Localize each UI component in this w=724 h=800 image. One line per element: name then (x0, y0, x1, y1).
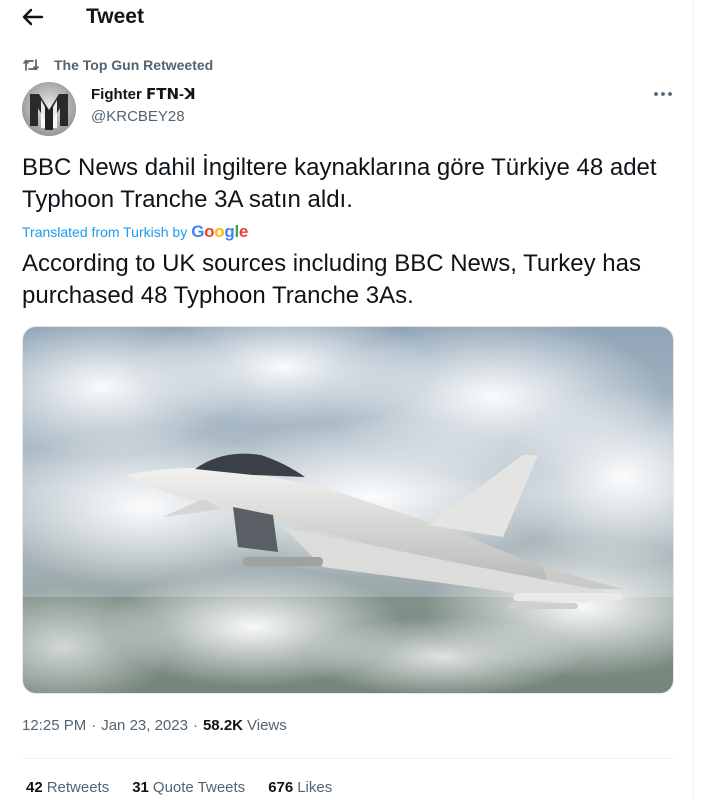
more-horizontal-icon (654, 92, 672, 96)
divider (22, 758, 674, 759)
tweet-photo[interactable] (22, 326, 674, 694)
header: Tweet (0, 0, 694, 36)
meta-separator: · (91, 717, 97, 734)
likes-label: Likes (297, 779, 333, 796)
tweet-date[interactable]: Jan 23, 2023 (101, 717, 188, 734)
views-label: Views (247, 717, 287, 734)
fighter-jet-photo (23, 327, 673, 693)
author-name[interactable]: Fighter ꓝꓔꓠ‑ꓘ (91, 85, 196, 103)
likes-stat[interactable]: 676 Likes (268, 779, 332, 796)
translation-attribution[interactable]: Translated from Turkish by Google (22, 222, 248, 242)
retweets-stat[interactable]: 42 Retweets (26, 779, 109, 796)
avatar-image (22, 82, 76, 136)
views-count: 58.2K (202, 717, 243, 734)
quote-tweets-stat[interactable]: 31 Quote Tweets (132, 779, 245, 796)
avatar[interactable] (22, 82, 76, 136)
retweet-context: The Top Gun Retweeted (22, 56, 213, 74)
translated-text: According to UK sources including BBC Ne… (22, 250, 641, 309)
tweet-text: BBC News dahil İngiltere kaynaklarına gö… (22, 154, 657, 213)
translated-label: Translated from Turkish by (22, 224, 188, 240)
retweet-icon (22, 57, 40, 73)
tweet-stats: 42 Retweets 31 Quote Tweets 676 Likes (26, 779, 355, 796)
page-title: Tweet (86, 5, 144, 28)
quotes-label: Quote Tweets (152, 779, 246, 796)
tweet-detail-column: Tweet The Top Gun Retweeted Fighter ꓝꓔꓠ‑… (0, 0, 694, 800)
quotes-count: 31 (132, 779, 149, 796)
arrow-left-icon (22, 8, 44, 26)
likes-count: 676 (268, 779, 294, 796)
author-handle[interactable]: @KRCBEY28 (91, 108, 185, 125)
tweet-meta: 12:25 PM · Jan 23, 2023 · 58.2K Views (22, 717, 287, 734)
retweets-count: 42 (26, 779, 43, 796)
retweeted-by-link[interactable]: The Top Gun Retweeted (54, 57, 213, 73)
retweets-label: Retweets (46, 779, 110, 796)
meta-separator: · (192, 717, 198, 734)
back-button[interactable] (20, 5, 46, 29)
google-logo: Google (191, 222, 249, 241)
more-options-button[interactable] (650, 82, 676, 106)
tweet-time[interactable]: 12:25 PM (22, 717, 86, 734)
